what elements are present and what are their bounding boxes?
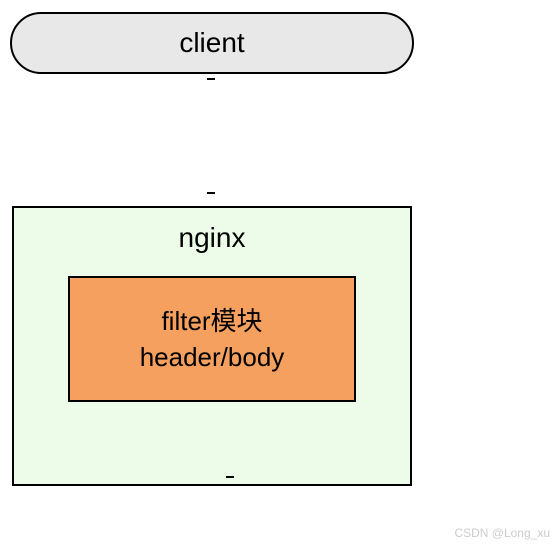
connector-tick-nginx-bottom	[226, 476, 234, 478]
client-node: client	[10, 12, 414, 74]
connector-tick-bottom	[207, 192, 215, 194]
client-label: client	[179, 27, 244, 59]
filter-module-box: filter模块 header/body	[68, 276, 356, 402]
watermark-text: CSDN @Long_xu	[454, 526, 550, 540]
filter-line2: header/body	[140, 339, 285, 375]
nginx-container: nginx filter模块 header/body	[12, 206, 412, 486]
connector-line	[210, 74, 212, 204]
filter-line1: filter模块	[161, 303, 262, 339]
nginx-label: nginx	[179, 222, 246, 254]
